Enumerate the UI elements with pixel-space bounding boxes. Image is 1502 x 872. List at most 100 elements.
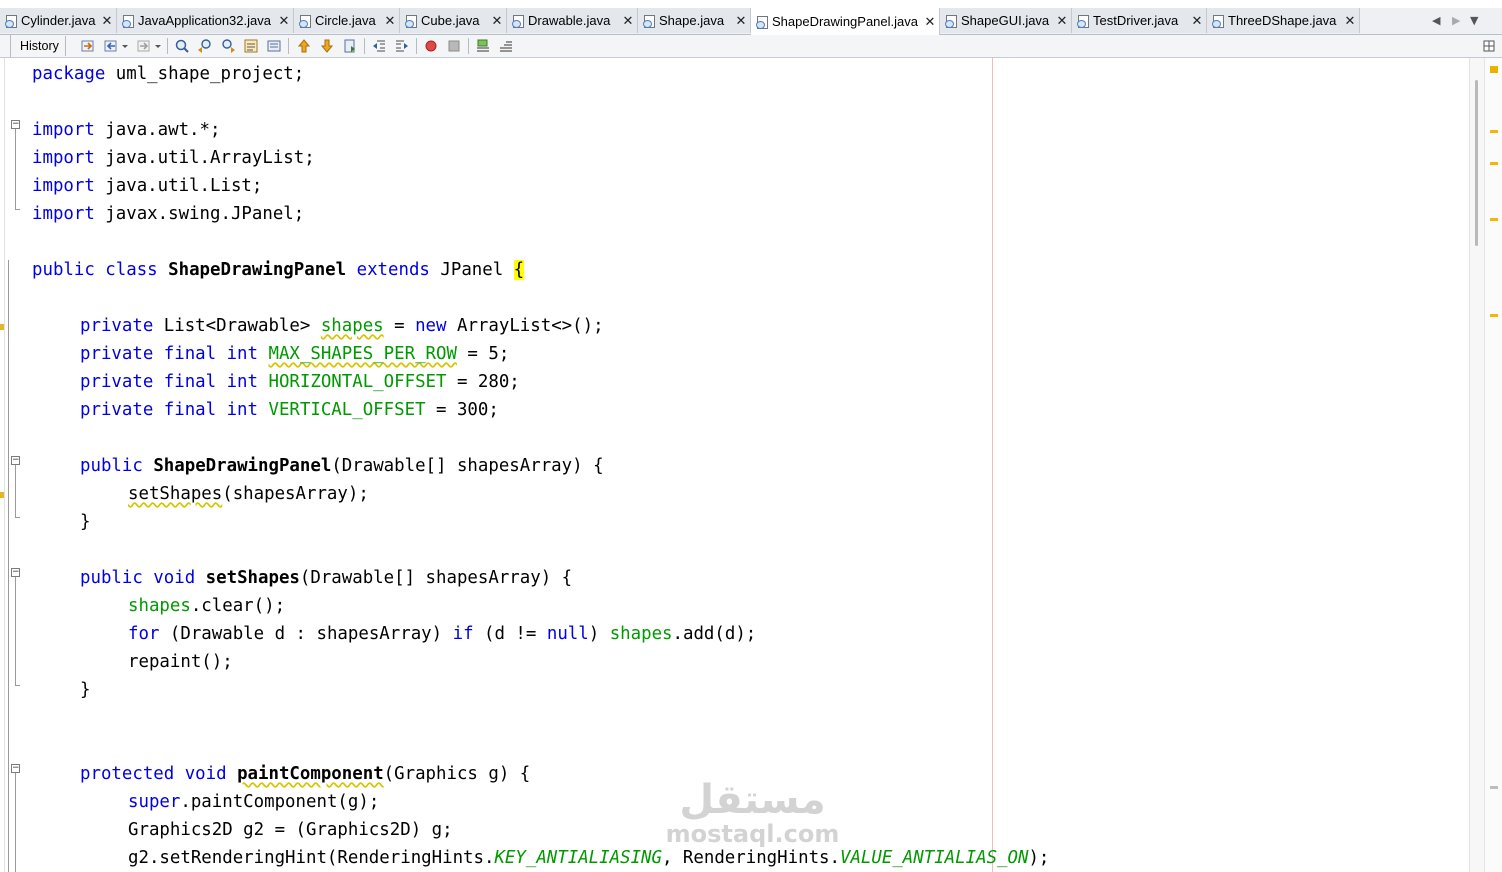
source-view-toggle[interactable] <box>0 35 11 57</box>
close-icon[interactable]: ✕ <box>383 13 397 29</box>
tab-label: ShapeGUI.java <box>961 13 1050 28</box>
warning-stripe-mark[interactable] <box>1490 130 1498 133</box>
tab-shapegui-java[interactable]: ShapeGUI.java ✕ <box>940 8 1072 33</box>
code-text: = 300; <box>425 400 499 420</box>
method-name: ShapeDrawingPanel <box>153 456 332 476</box>
method-name: paintComponent <box>237 764 384 784</box>
watermark: مستقل mostaql.com <box>660 778 845 848</box>
field-name: shapes <box>128 596 191 616</box>
scrollbar-thumb[interactable] <box>1475 80 1478 246</box>
fold-toggle-icon[interactable]: − <box>11 568 20 577</box>
tab-shapedrawingpanel-java[interactable]: ShapeDrawingPanel.java ✕ <box>751 8 940 35</box>
tab-drawable-java[interactable]: Drawable.java ✕ <box>507 8 638 33</box>
tab-label: JavaApplication32.java <box>138 13 271 28</box>
fold-toggle-icon[interactable]: − <box>11 120 20 129</box>
next-bookmark-icon[interactable] <box>319 38 335 54</box>
close-icon[interactable]: ✕ <box>100 13 114 29</box>
vertical-scrollbar[interactable] <box>1469 58 1484 872</box>
java-file-icon <box>405 14 417 28</box>
code-text: (Graphics g) { <box>383 764 531 784</box>
tab-circle-java[interactable]: Circle.java ✕ <box>294 8 400 33</box>
code-text: = 5; <box>456 344 510 364</box>
forward-dropdown-icon[interactable] <box>153 38 163 54</box>
field-name: VERTICAL_OFFSET <box>268 400 426 420</box>
warning-stripe-mark[interactable] <box>1490 314 1498 317</box>
tab-cube-java[interactable]: Cube.java ✕ <box>400 8 507 33</box>
status-indicator-icon[interactable] <box>1490 66 1498 73</box>
stripe-mark[interactable] <box>1490 786 1498 789</box>
tab-label: Cylinder.java <box>21 13 96 28</box>
tab-cylinder-java[interactable]: Cylinder.java ✕ <box>0 8 117 33</box>
code-line-6: import javax.swing.JPanel; <box>32 200 304 228</box>
back-icon[interactable] <box>103 38 119 54</box>
java-file-icon <box>5 14 17 28</box>
fold-toggle-icon[interactable]: − <box>11 764 20 773</box>
code-line-26: protected void paintComponent(Graphics g… <box>80 760 530 788</box>
close-icon[interactable]: ✕ <box>734 13 748 29</box>
history-button[interactable]: History <box>14 36 66 56</box>
keyword: public void <box>80 568 196 588</box>
fold-guide-end <box>15 685 20 686</box>
hint-marker-icon[interactable] <box>0 492 4 498</box>
split-window-icon[interactable] <box>1482 38 1496 54</box>
hint-marker-icon[interactable] <box>0 324 4 330</box>
close-icon[interactable]: ✕ <box>621 13 635 29</box>
code-editor[interactable]: − − − − package uml_shape_project; impor… <box>0 58 1468 872</box>
code-text: g2.setRenderingHint(RenderingHints. <box>128 848 495 868</box>
code-text: } <box>80 512 91 532</box>
find-next-icon[interactable] <box>220 38 236 54</box>
close-icon[interactable]: ✕ <box>1055 13 1069 29</box>
tab-testdriver-java[interactable]: TestDriver.java ✕ <box>1072 8 1207 33</box>
close-icon[interactable]: ✕ <box>1343 13 1357 29</box>
forward-icon[interactable] <box>136 38 152 54</box>
code-line-20: shapes.clear(); <box>128 592 285 620</box>
code-text: (Drawable[] shapesArray) { <box>299 568 573 588</box>
toggle-highlight-icon[interactable] <box>243 38 259 54</box>
stop-macro-icon[interactable] <box>446 38 462 54</box>
close-icon[interactable]: ✕ <box>490 13 504 29</box>
warning-stripe-mark[interactable] <box>1490 218 1498 221</box>
code-text: ); <box>1028 848 1050 868</box>
code-text: java.awt.*; <box>94 120 221 140</box>
tab-list-menu-icon[interactable]: ▼ <box>1470 8 1478 33</box>
toolbar-separator <box>416 38 417 54</box>
close-icon[interactable]: ✕ <box>1190 13 1204 29</box>
close-icon[interactable]: ✕ <box>277 13 291 29</box>
tab-scroll-right-icon[interactable]: ▶ <box>1452 8 1460 33</box>
code-text: (Drawable d : shapesArray) <box>159 624 453 644</box>
field-name: shapes <box>320 316 384 336</box>
back-dropdown-icon[interactable] <box>120 38 130 54</box>
gutter-border <box>4 58 5 872</box>
tab-javaapplication32-java[interactable]: JavaApplication32.java ✕ <box>117 8 294 33</box>
toolbar-separator <box>468 38 469 54</box>
code-text: (shapesArray); <box>222 484 369 504</box>
static-constant: KEY_ANTIALIASING <box>494 848 662 868</box>
code-line-3: import java.awt.*; <box>32 116 220 144</box>
code-text: List<Drawable> <box>153 316 321 336</box>
close-icon[interactable]: ✕ <box>923 14 937 30</box>
editor-tab-bar: Cylinder.java ✕ JavaApplication32.java ✕… <box>0 8 1502 35</box>
tab-label: Cube.java <box>421 13 480 28</box>
error-stripe[interactable] <box>1484 58 1502 872</box>
toggle-bookmark-icon[interactable] <box>342 38 358 54</box>
static-constant: VALUE_ANTIALIAS_ON <box>839 848 1029 868</box>
start-macro-icon[interactable] <box>423 38 439 54</box>
comment-icon[interactable] <box>475 38 491 54</box>
find-selection-icon[interactable] <box>174 38 190 54</box>
tab-shape-java[interactable]: Shape.java ✕ <box>638 8 751 33</box>
toolbar-separator <box>288 38 289 54</box>
find-previous-icon[interactable] <box>197 38 213 54</box>
uncomment-icon[interactable] <box>498 38 514 54</box>
warning-stripe-mark[interactable] <box>1490 162 1498 165</box>
keyword: public <box>80 456 143 476</box>
shift-right-icon[interactable] <box>394 38 410 54</box>
keyword: private final int <box>80 344 258 364</box>
java-file-icon <box>122 14 134 28</box>
last-edit-icon[interactable] <box>80 38 96 54</box>
previous-bookmark-icon[interactable] <box>296 38 312 54</box>
fold-toggle-icon[interactable]: − <box>11 456 20 465</box>
tab-threedshape-java[interactable]: ThreeDShape.java ✕ <box>1207 8 1360 33</box>
shift-left-icon[interactable] <box>371 38 387 54</box>
tab-scroll-left-icon[interactable]: ◀ <box>1432 8 1440 33</box>
toggle-rect-select-icon[interactable] <box>266 38 282 54</box>
